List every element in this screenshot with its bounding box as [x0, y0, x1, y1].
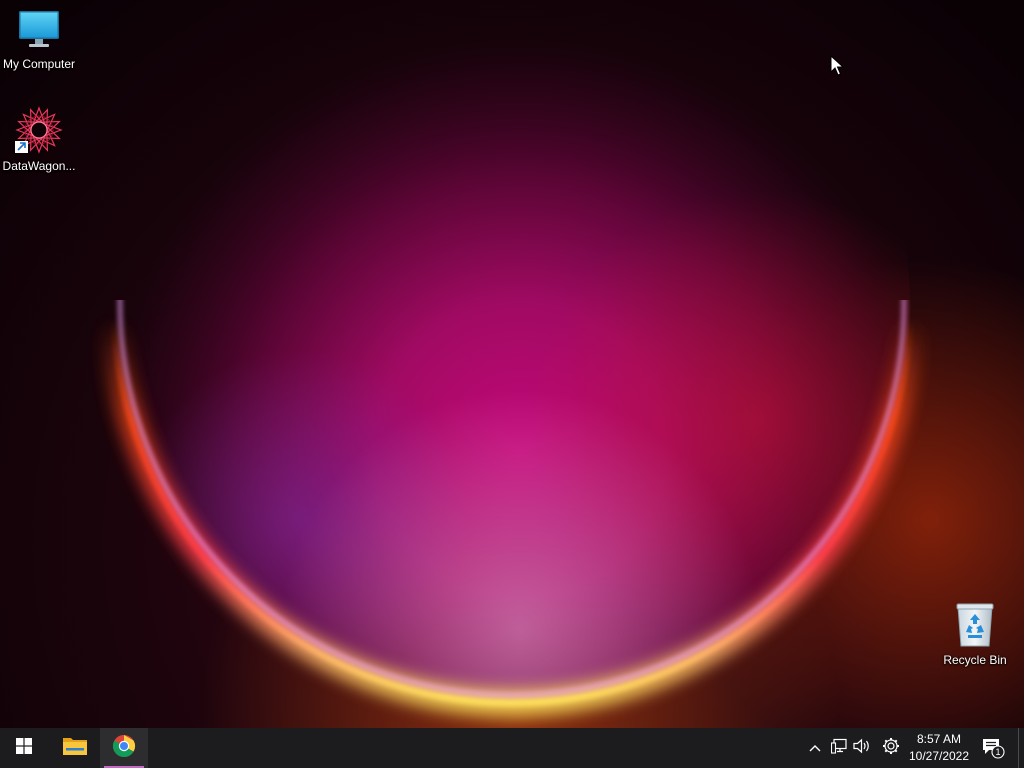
desktop-icon-label: My Computer: [2, 57, 76, 71]
desktop[interactable]: My Computer DataWagon... Recycle Bin: [0, 0, 1024, 728]
recycle-bin-icon: [935, 602, 1015, 653]
show-desktop-button[interactable]: [1018, 728, 1019, 768]
file-explorer-button[interactable]: [51, 728, 99, 768]
start-button[interactable]: [0, 728, 48, 768]
action-center-button[interactable]: 1: [979, 728, 1007, 768]
desktop-icon-recycle-bin[interactable]: Recycle Bin: [935, 602, 1015, 668]
gear-icon: [882, 737, 900, 760]
chevron-up-icon: [809, 739, 821, 757]
wallpaper: [0, 0, 1024, 728]
settings-button[interactable]: [879, 728, 903, 768]
desktop-icon-my-computer[interactable]: My Computer: [0, 8, 79, 72]
volume-icon: [853, 738, 871, 759]
clock-time: 8:57 AM: [916, 732, 962, 746]
windows-logo-icon: [16, 737, 32, 759]
folder-icon: [62, 735, 88, 762]
chrome-icon: [112, 734, 136, 763]
chrome-button[interactable]: [100, 728, 148, 768]
network-icon: [830, 738, 847, 759]
desktop-icon-label: DataWagon...: [2, 159, 76, 173]
taskbar: 8:57 AM 10/27/2022 1: [0, 728, 1024, 768]
notification-icon: 1: [981, 737, 1005, 759]
network-button[interactable]: [828, 728, 850, 768]
taskbar-clock[interactable]: 8:57 AM 10/27/2022: [906, 731, 972, 765]
clock-date: 10/27/2022: [908, 749, 970, 763]
notification-count-badge: 1: [995, 747, 1001, 757]
show-hidden-icons-button[interactable]: [804, 728, 826, 768]
monitor-icon: [0, 8, 79, 57]
volume-button[interactable]: [851, 728, 873, 768]
datawagon-icon: [0, 106, 79, 159]
desktop-icon-datawagon[interactable]: DataWagon...: [0, 106, 79, 174]
mouse-pointer-icon: [830, 54, 845, 82]
desktop-icon-label: Recycle Bin: [943, 653, 1007, 667]
